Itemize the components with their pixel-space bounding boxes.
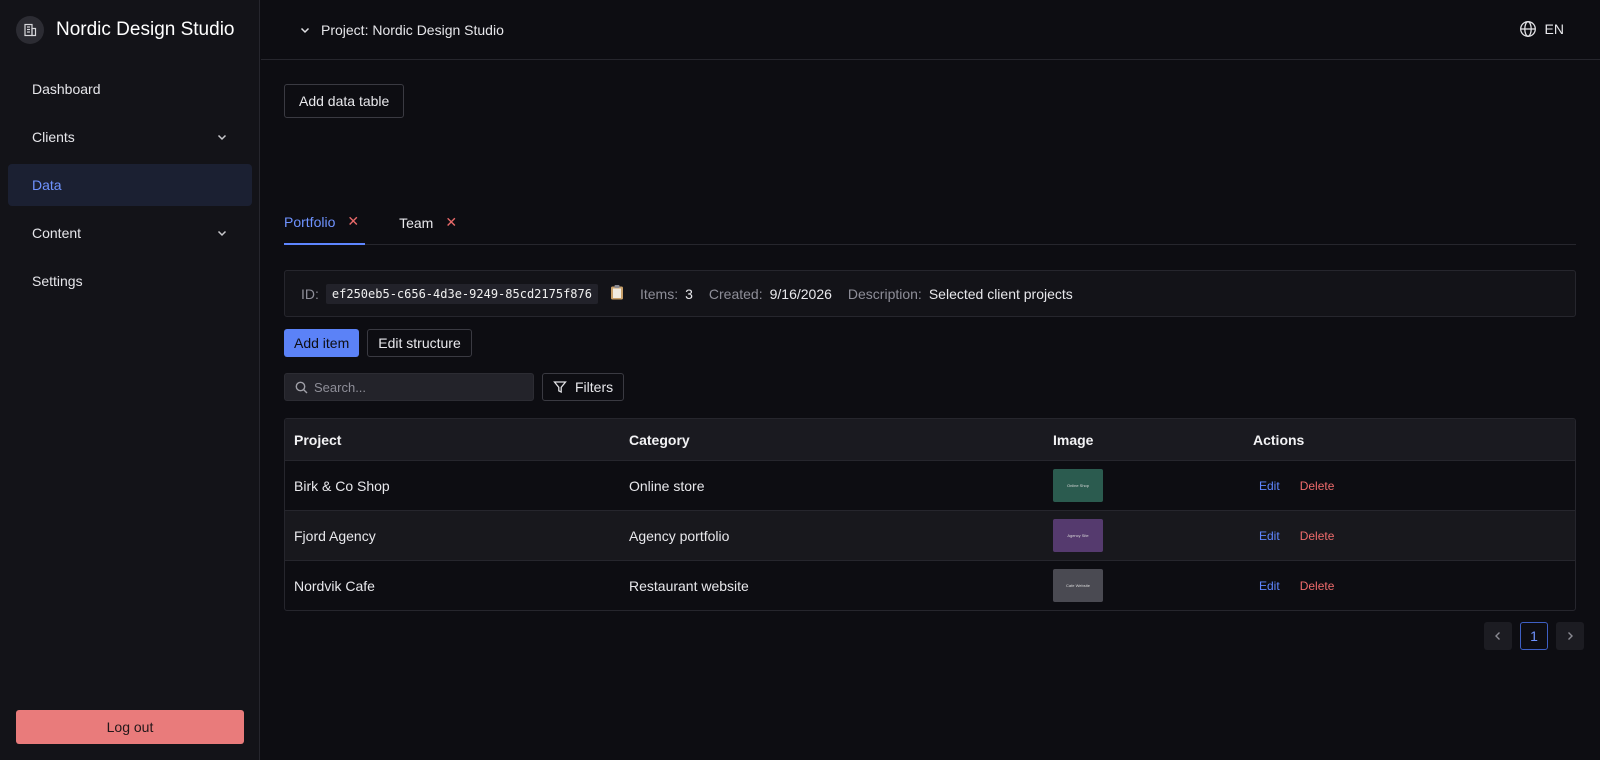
actions-cell: Edit Delete — [1253, 579, 1575, 593]
table-tabs: Portfolio ✕ Team ✕ — [284, 200, 1576, 245]
search-box[interactable] — [284, 373, 534, 401]
sidebar-item-data[interactable]: Data — [8, 164, 252, 206]
edit-structure-button[interactable]: Edit structure — [367, 329, 472, 357]
delete-link[interactable]: Delete — [1300, 579, 1335, 593]
chevron-down-icon — [217, 230, 227, 237]
language-selector[interactable]: EN — [1519, 20, 1564, 38]
close-icon[interactable]: ✕ — [347, 213, 359, 230]
project-label: Project: Nordic Design Studio — [321, 22, 504, 38]
id-value: ef250eb5-c656-4d3e-9249-85cd2175f876 — [325, 283, 598, 304]
sidebar-item-settings[interactable]: Settings — [8, 260, 252, 302]
project-cell: Birk & Co Shop — [294, 477, 390, 494]
logout-button[interactable]: Log out — [16, 710, 244, 744]
building-icon — [16, 16, 44, 44]
table-actions: Add item Edit structure — [284, 329, 472, 357]
table-row[interactable]: Nordvik Cafe Restaurant website Cafe Web… — [285, 560, 1575, 610]
actions-cell: Edit Delete — [1253, 479, 1575, 493]
page-button-current[interactable]: 1 — [1520, 622, 1548, 650]
column-header[interactable]: Image — [1053, 432, 1253, 448]
topbar: Project: Nordic Design Studio EN — [261, 0, 1600, 60]
search-input[interactable] — [314, 379, 524, 395]
category-cell: Online store — [629, 477, 705, 494]
delete-link[interactable]: Delete — [1300, 529, 1335, 543]
image-cell: Cafe Website — [1053, 569, 1253, 602]
chevron-down-icon — [217, 134, 227, 141]
tab-team[interactable]: Team ✕ — [399, 200, 463, 245]
description-label: Description: — [847, 285, 922, 302]
tab-label: Team — [399, 214, 434, 231]
project-cell: Fjord Agency — [294, 527, 376, 544]
app-title: Nordic Design Studio — [56, 19, 235, 40]
close-icon[interactable]: ✕ — [445, 214, 457, 231]
sidebar-item-label: Clients — [32, 129, 75, 145]
thumbnail-image[interactable]: Online Shop — [1053, 469, 1103, 502]
sidebar-item-label: Content — [32, 225, 82, 241]
edit-link[interactable]: Edit — [1259, 529, 1280, 543]
items-count: 3 — [685, 285, 693, 302]
created-date: 9/16/2026 — [769, 285, 832, 302]
add-item-button[interactable]: Add item — [284, 329, 360, 357]
sidebar-item-content[interactable]: Content — [8, 212, 252, 254]
chevron-down-icon — [300, 27, 310, 34]
category-cell: Agency portfolio — [629, 527, 730, 544]
edit-link[interactable]: Edit — [1259, 479, 1280, 493]
globe-icon — [1519, 21, 1536, 37]
search-icon — [295, 381, 308, 393]
next-page-button[interactable] — [1556, 622, 1584, 650]
project-selector[interactable]: Project: Nordic Design Studio — [299, 20, 504, 40]
sidebar-item-label: Dashboard — [32, 81, 101, 97]
sidebar-item-label: Data — [32, 177, 62, 193]
chevron-left-icon — [1495, 632, 1500, 640]
chevron-right-icon — [1568, 632, 1573, 640]
category-cell: Restaurant website — [629, 577, 749, 594]
thumbnail-image[interactable]: Cafe Website — [1053, 569, 1103, 602]
sidebar-item-dashboard[interactable]: Dashboard — [8, 68, 252, 110]
sidebar: Nordic Design Studio Dashboard Clients D… — [0, 0, 260, 760]
delete-link[interactable]: Delete — [1300, 479, 1335, 493]
actions-cell: Edit Delete — [1253, 529, 1575, 543]
search-row: Filters — [284, 373, 625, 401]
sidebar-item-clients[interactable]: Clients — [8, 116, 252, 158]
sidebar-nav: Dashboard Clients Data Content Settings — [8, 68, 252, 308]
image-cell: Agency Site — [1053, 519, 1253, 552]
image-cell: Online Shop — [1053, 469, 1253, 502]
clipboard-icon[interactable] — [610, 284, 624, 303]
tab-label: Portfolio — [284, 213, 336, 230]
previous-page-button[interactable] — [1484, 622, 1512, 650]
description-value: Selected client projects — [928, 285, 1073, 302]
table-info-bar: ID: ef250eb5-c656-4d3e-9249-85cd2175f876… — [284, 270, 1576, 317]
table-row[interactable]: Birk & Co Shop Online store Online Shop … — [285, 460, 1575, 510]
add-data-table-button[interactable]: Add data table — [284, 84, 405, 118]
created-label: Created: — [708, 285, 763, 302]
project-cell: Nordvik Cafe — [294, 577, 375, 594]
filters-label: Filters — [575, 379, 614, 395]
column-header: Actions — [1253, 431, 1305, 448]
data-table: Project Category Image Actions Birk & Co… — [284, 418, 1576, 611]
language-label: EN — [1544, 21, 1564, 37]
edit-link[interactable]: Edit — [1259, 579, 1280, 593]
tab-portfolio[interactable]: Portfolio ✕ — [284, 200, 366, 245]
thumbnail-image[interactable]: Agency Site — [1053, 519, 1103, 552]
pagination: 1 — [1476, 622, 1584, 650]
filter-icon — [553, 381, 567, 394]
brand[interactable]: Nordic Design Studio — [16, 16, 234, 44]
column-header[interactable]: Category — [629, 432, 1053, 448]
sidebar-item-label: Settings — [32, 273, 83, 289]
id-label: ID: — [301, 285, 319, 302]
table-row[interactable]: Fjord Agency Agency portfolio Agency Sit… — [285, 510, 1575, 560]
items-label: Items: — [639, 285, 679, 302]
table-header: Project Category Image Actions — [285, 419, 1575, 460]
filters-button[interactable]: Filters — [542, 373, 625, 401]
column-header[interactable]: Project — [285, 432, 629, 448]
